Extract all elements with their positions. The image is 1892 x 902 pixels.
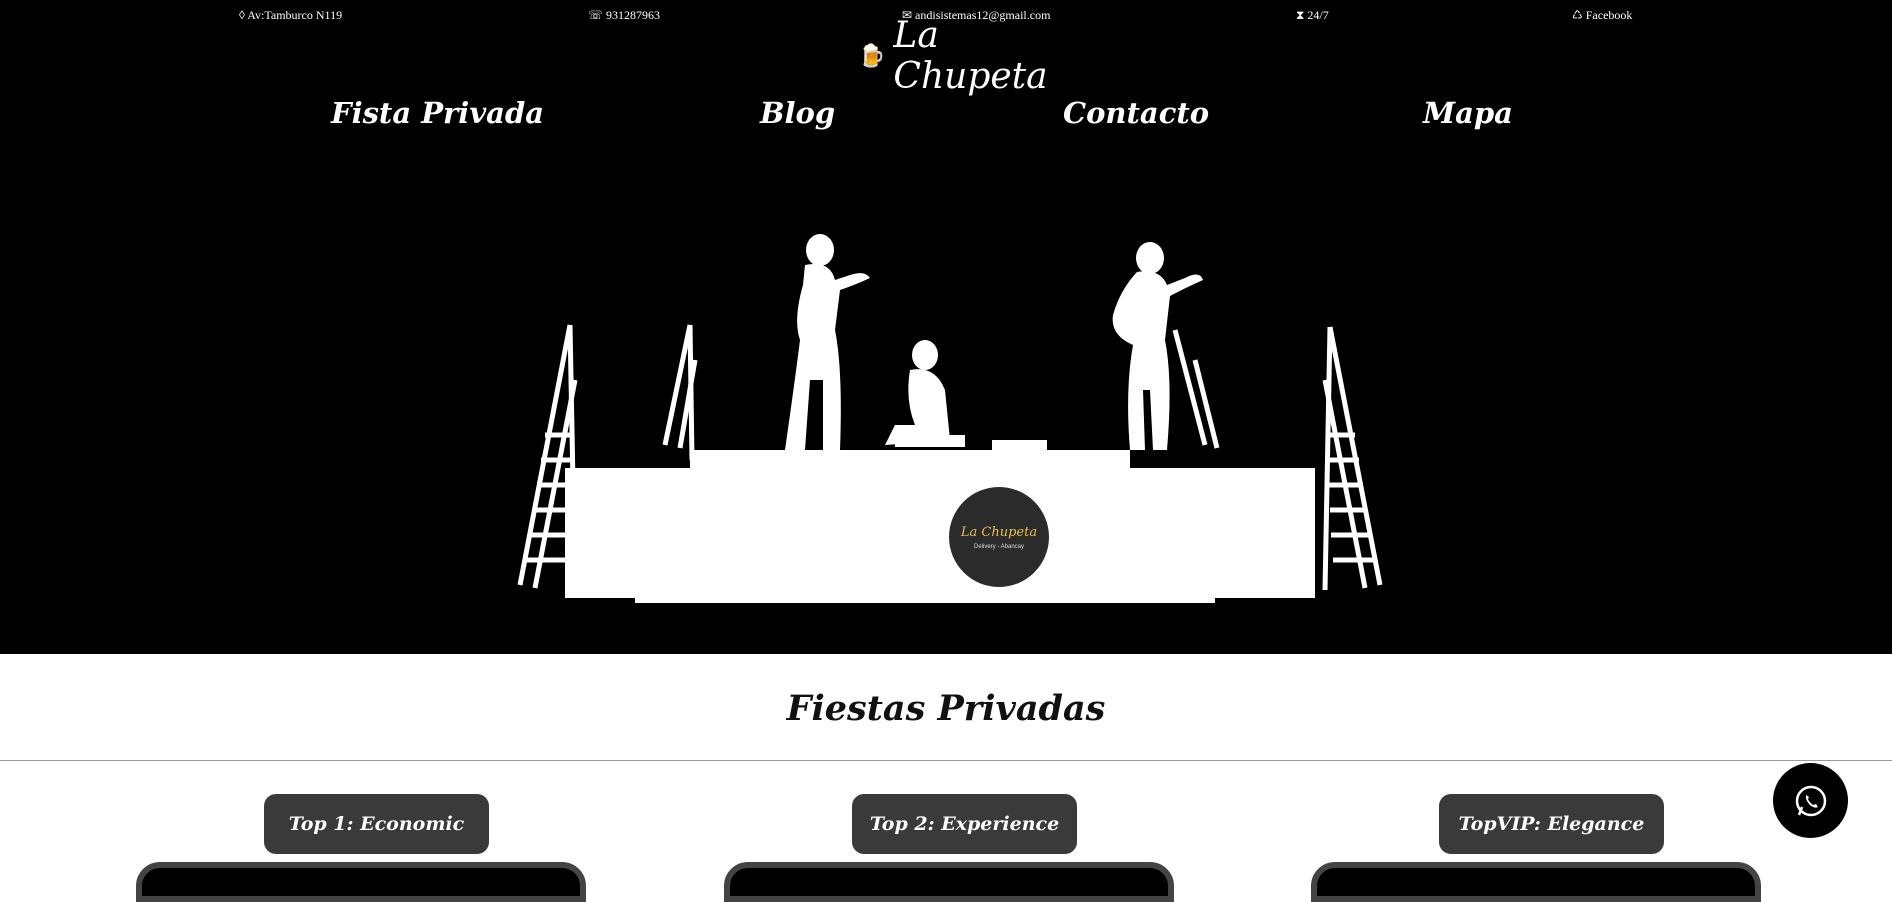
hero-logo-text: La Chupeta (960, 524, 1038, 540)
hero-section: ◊ Av:Tamburco N119 ☏ 931287963 ✉ andisis… (0, 0, 1892, 654)
plan-button-experience[interactable]: Top 2: Experience (852, 794, 1077, 854)
address-text: ◊ Av:Tamburco N119 (239, 8, 343, 22)
plan-card-elegance (1311, 862, 1761, 902)
brand-name: La Chupeta (893, 15, 1048, 97)
stage-illustration (517, 234, 1383, 603)
main-nav: Fista Privada Blog Contacto Mapa (0, 96, 1892, 140)
section-title: Fiestas Privadas (786, 688, 1106, 729)
nav-item-contacto[interactable]: Contacto (1063, 96, 1209, 130)
divider (0, 760, 1892, 761)
plan-button-economic[interactable]: Top 1: Economic (264, 794, 489, 854)
facebook-link[interactable]: ♺ Facebook (1572, 8, 1632, 23)
nav-item-fista-privada[interactable]: Fista Privada (331, 96, 544, 130)
whatsapp-button[interactable] (1773, 763, 1848, 838)
hours-text: ⧗ 24/7 (1296, 8, 1329, 22)
hero-logo-badge: La Chupeta Delivery - Abancay (949, 487, 1049, 587)
beer-mug-icon: 🍺 (858, 43, 886, 69)
nav-item-mapa[interactable]: Mapa (1423, 96, 1513, 130)
brand-logo[interactable]: 🍺 La Chupeta (858, 15, 1048, 97)
nav-item-blog[interactable]: Blog (760, 96, 835, 130)
whatsapp-icon (1795, 785, 1826, 816)
phone-text: ☏ 931287963 (588, 8, 661, 22)
plan-button-elegance[interactable]: TopVIP: Elegance (1439, 794, 1664, 854)
plan-card-experience (724, 862, 1174, 902)
hero-logo-subtitle: Delivery - Abancay (973, 543, 1025, 550)
plan-card-economic (136, 862, 586, 902)
